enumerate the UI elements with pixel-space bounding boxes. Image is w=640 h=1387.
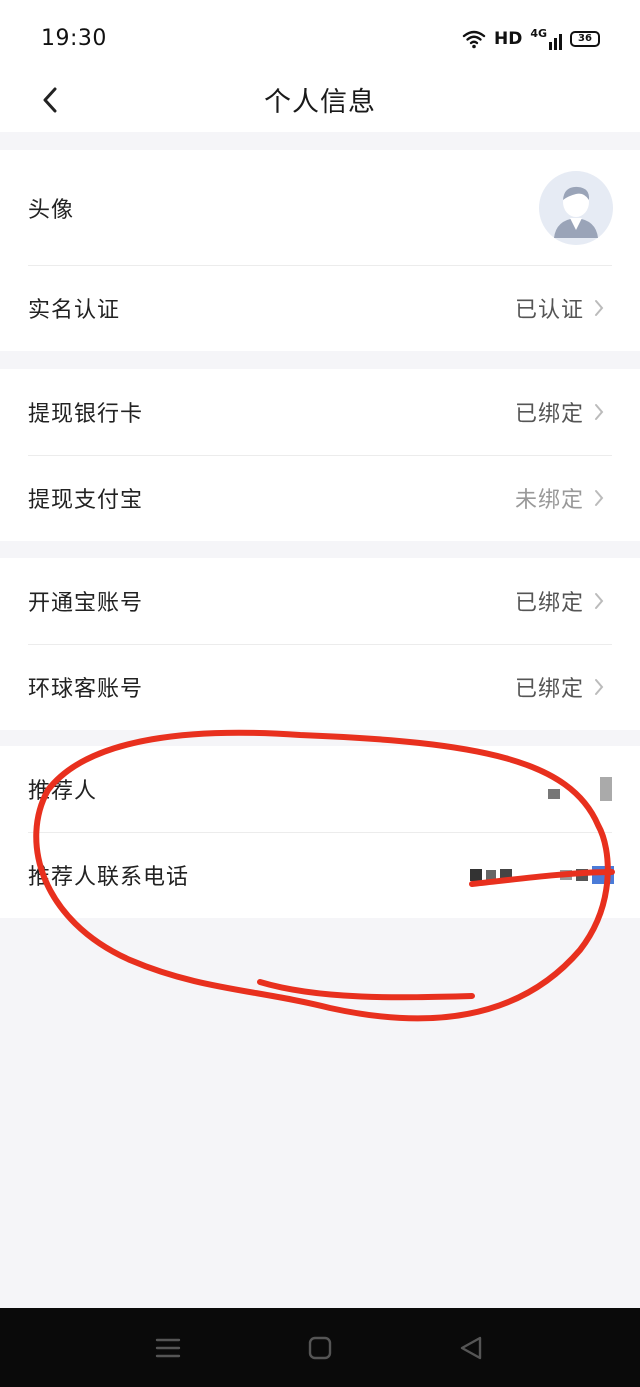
menu-icon[interactable] (153, 1334, 183, 1362)
real-name-row[interactable]: 实名认证 已认证 (0, 265, 640, 351)
real-name-status: 已认证 (514, 298, 584, 323)
referrer-phone-row: 推荐人联系电话 (0, 832, 640, 918)
alipay-label: 提现支付宝 (28, 488, 144, 513)
huanqiuke-label: 环球客账号 (28, 677, 144, 702)
default-avatar-icon (554, 186, 598, 238)
redacted-referrer-name (548, 777, 612, 801)
network-type-label: 4G (530, 27, 547, 40)
referrer-label: 推荐人 (28, 779, 98, 804)
profile-group: 头像 实名认证 已认证 (0, 150, 640, 351)
status-bar: 19:30 HD 4G 36 (0, 0, 640, 72)
system-nav-bar (0, 1308, 640, 1387)
alipay-status: 未绑定 (514, 488, 584, 513)
chevron-right-icon (595, 679, 604, 695)
referrer-group: 推荐人 推荐人联系电话 (0, 746, 640, 918)
home-icon[interactable] (305, 1334, 335, 1362)
accounts-group: 开通宝账号 已绑定 环球客账号 已绑定 (0, 558, 640, 730)
avatar-label: 头像 (28, 197, 75, 223)
chevron-right-icon (595, 490, 604, 506)
battery-icon: 36 (570, 31, 600, 47)
alipay-row[interactable]: 提现支付宝 未绑定 (0, 455, 640, 541)
chevron-right-icon (595, 300, 604, 316)
back-triangle-icon[interactable] (456, 1334, 486, 1362)
huanqiuke-status: 已绑定 (514, 677, 584, 702)
huanqiuke-row[interactable]: 环球客账号 已绑定 (0, 644, 640, 730)
chevron-right-icon (595, 404, 604, 420)
battery-level: 36 (578, 33, 592, 44)
wifi-icon (462, 30, 486, 49)
kaitongbao-label: 开通宝账号 (28, 591, 144, 616)
bank-card-status: 已绑定 (514, 402, 584, 427)
real-name-label: 实名认证 (28, 298, 121, 323)
kaitongbao-row[interactable]: 开通宝账号 已绑定 (0, 558, 640, 644)
cell-signal-icon: 4G (530, 28, 562, 50)
referrer-phone-label: 推荐人联系电话 (28, 865, 190, 890)
chevron-right-icon (595, 593, 604, 609)
nav-bar: 个人信息 (0, 72, 640, 132)
referrer-row: 推荐人 (0, 746, 640, 832)
redacted-referrer-phone (470, 866, 614, 884)
hd-indicator: HD (493, 29, 523, 49)
page-title: 个人信息 (264, 87, 376, 118)
status-time: 19:30 (41, 26, 107, 51)
kaitongbao-status: 已绑定 (514, 591, 584, 616)
avatar-row[interactable]: 头像 (0, 150, 640, 265)
status-icons: HD 4G 36 (462, 26, 600, 52)
withdraw-group: 提现银行卡 已绑定 提现支付宝 未绑定 (0, 369, 640, 541)
avatar[interactable] (539, 170, 613, 245)
bank-card-label: 提现银行卡 (28, 402, 144, 427)
bank-card-row[interactable]: 提现银行卡 已绑定 (0, 369, 640, 455)
